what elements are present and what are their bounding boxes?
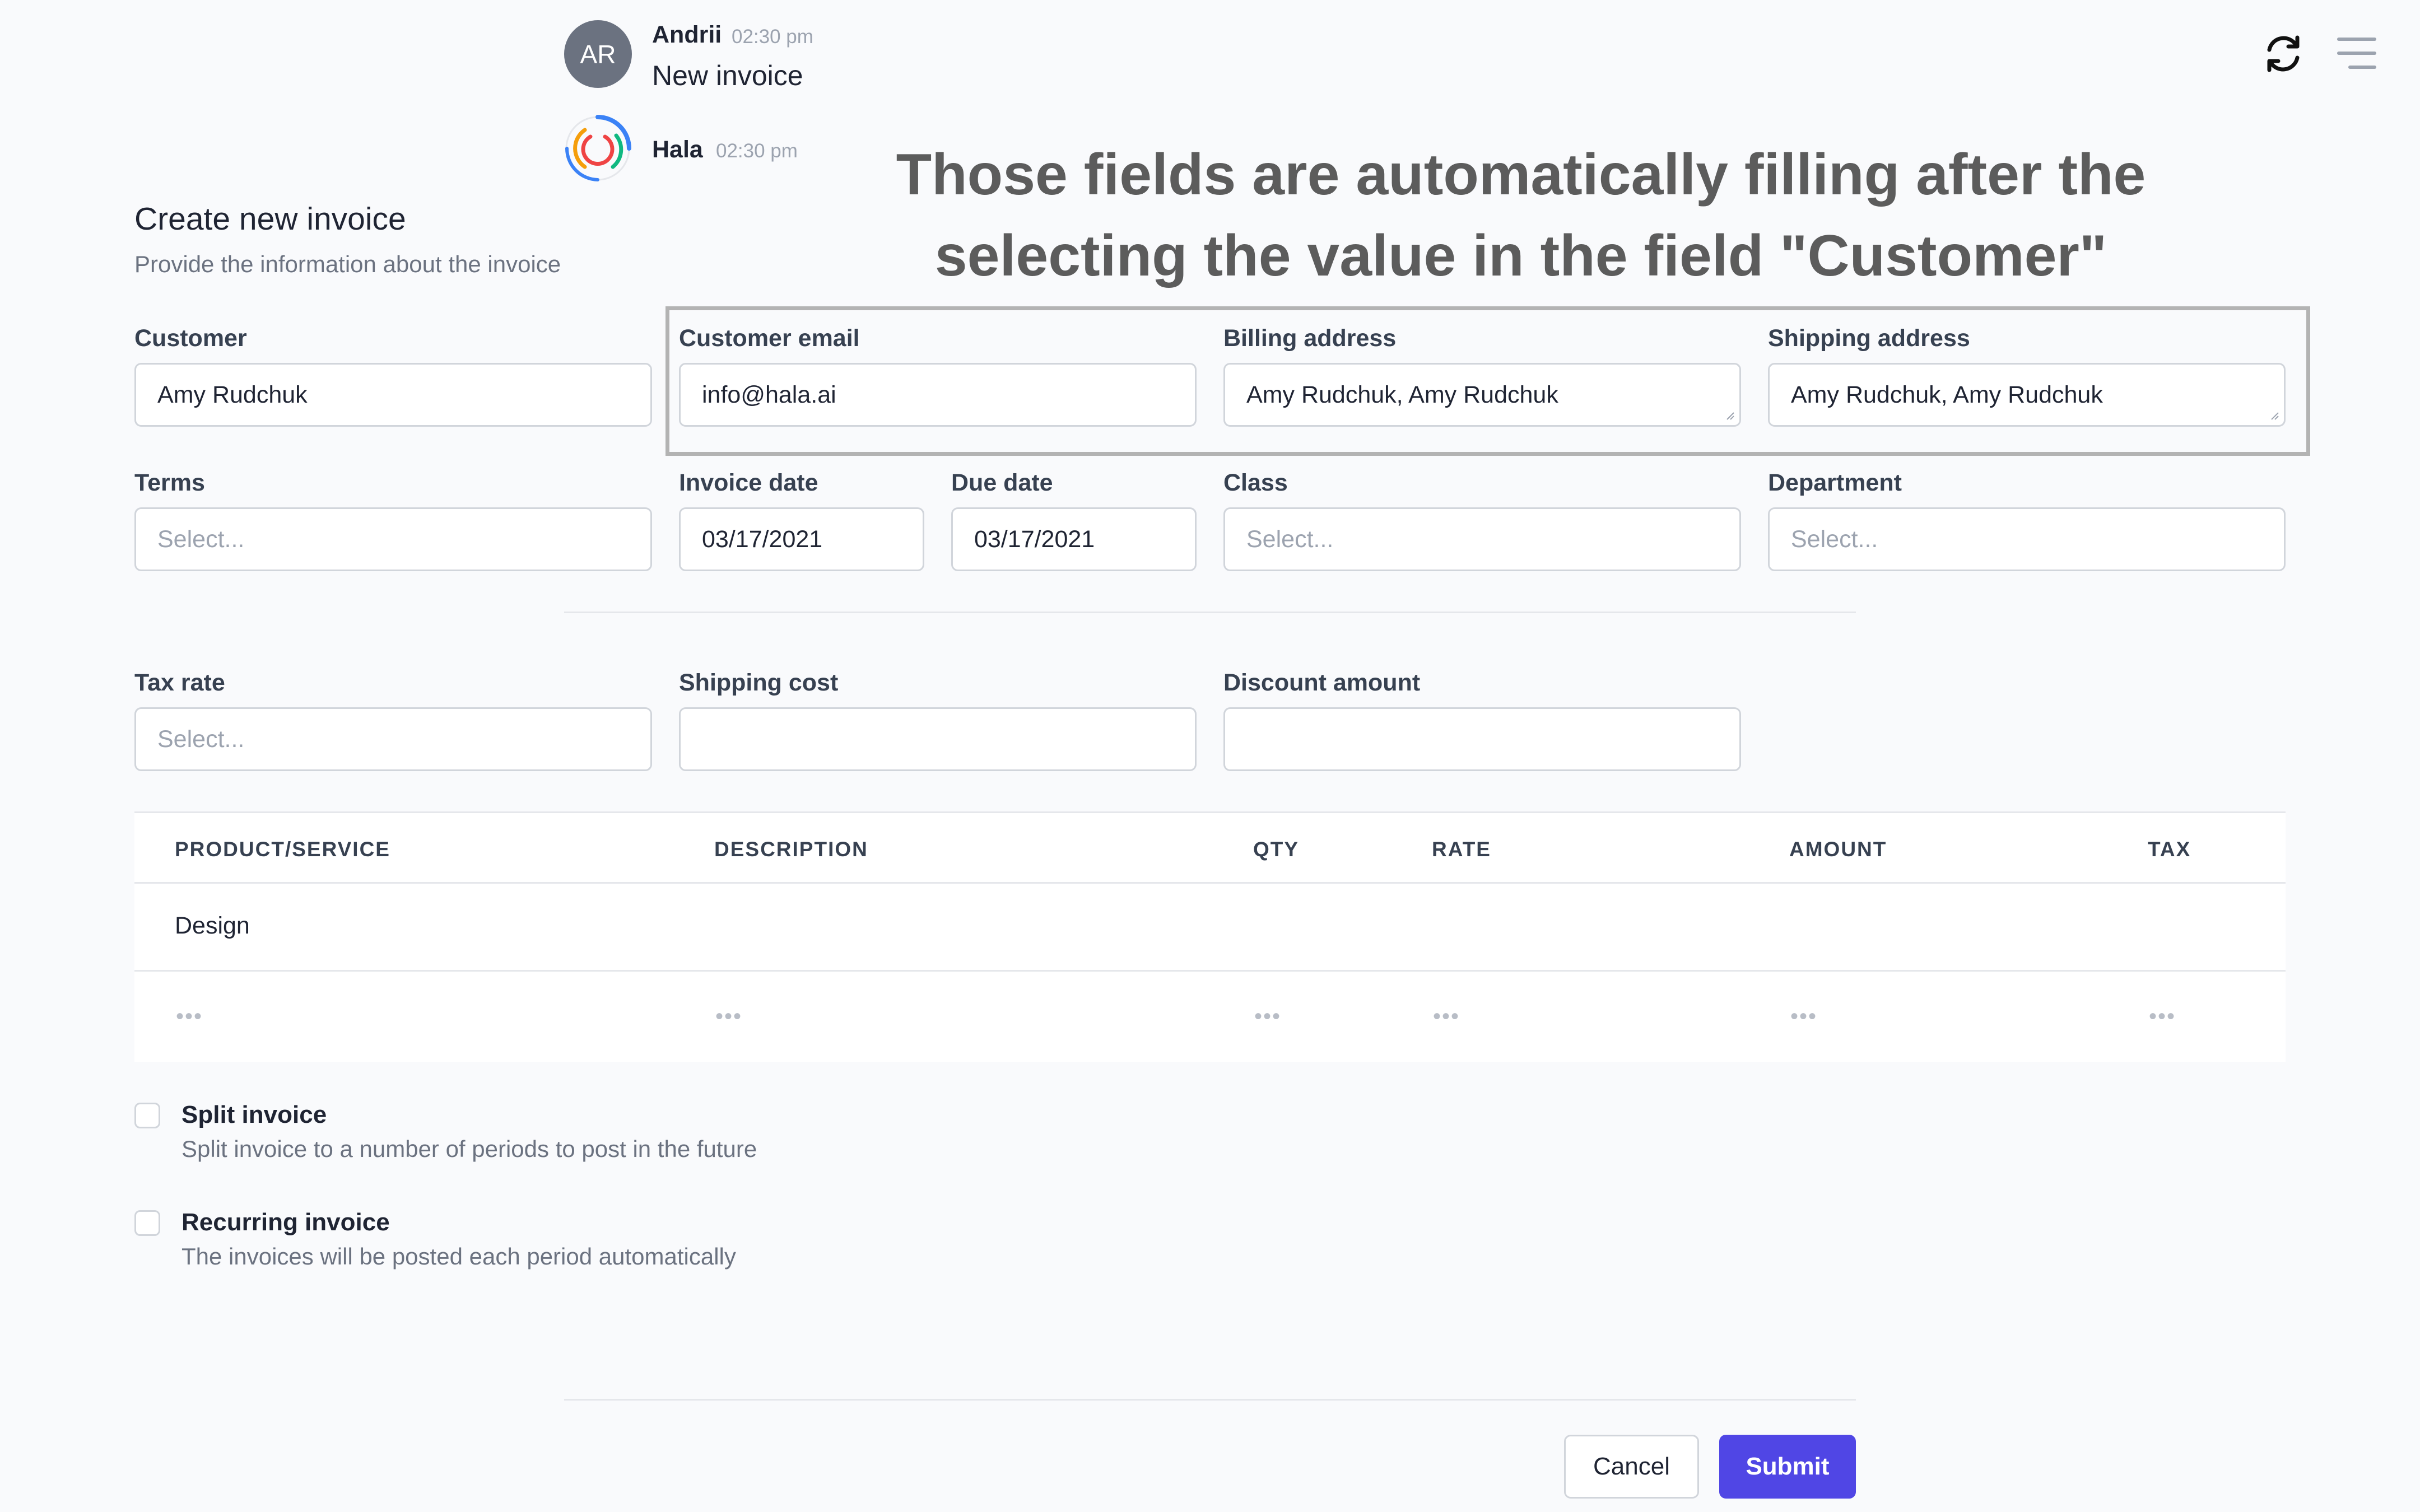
section-divider (564, 612, 1856, 613)
submit-button[interactable]: Submit (1719, 1435, 1856, 1499)
shipping-address-label: Shipping address (1768, 325, 1970, 352)
sender-name-hala: Hala (652, 136, 703, 163)
split-invoice-description: Split invoice to a number of periods to … (182, 1136, 757, 1162)
table-cell-product: Design (175, 912, 250, 939)
annotation-line-2: selecting the value in the field "Custom… (934, 223, 2107, 288)
department-label: Department (1768, 469, 1902, 496)
customer-field[interactable]: Amy Rudchuk (134, 363, 652, 427)
table-row[interactable]: Design (134, 882, 2286, 972)
tax-rate-label: Tax rate (134, 669, 225, 696)
annotation-note: Those fields are automatically filling a… (874, 134, 2168, 297)
billing-address-label: Billing address (1223, 325, 1397, 352)
line-items-table: PRODUCT/SERVICE DESCRIPTION QTY RATE AMO… (134, 811, 2286, 1062)
shipping-cost-label: Shipping cost (679, 669, 839, 696)
message-time-andrii: 02:30 pm (732, 26, 813, 48)
page-title: Create new invoice (134, 201, 406, 237)
placeholder-dots: ••• (1433, 1004, 1460, 1029)
shipping-address-value: Amy Rudchuk, Amy Rudchuk (1791, 381, 2103, 408)
resize-handle-icon[interactable] (1724, 409, 1735, 421)
column-header-qty: QTY (1253, 838, 1300, 861)
department-select[interactable]: Select... (1768, 507, 2286, 571)
customer-email-field[interactable]: info@hala.ai (679, 363, 1197, 427)
page-subtitle: Provide the information about the invoic… (134, 251, 561, 277)
placeholder-dots: ••• (2149, 1004, 2176, 1029)
menu-icon[interactable] (2337, 38, 2376, 71)
column-header-rate: RATE (1432, 838, 1491, 861)
due-date-field[interactable]: 03/17/2021 (951, 507, 1197, 571)
refresh-icon[interactable] (2260, 31, 2306, 77)
shipping-cost-field[interactable] (679, 707, 1197, 771)
hala-logo-icon (565, 115, 631, 181)
message-time-hala: 02:30 pm (716, 140, 798, 162)
split-invoice-label[interactable]: Split invoice (182, 1101, 327, 1129)
shipping-address-field[interactable]: Amy Rudchuk, Amy Rudchuk (1768, 363, 2286, 427)
recurring-invoice-label[interactable]: Recurring invoice (182, 1208, 390, 1236)
footer-divider (564, 1399, 1856, 1401)
annotation-line-1: Those fields are automatically filling a… (896, 142, 2146, 207)
column-header-description: DESCRIPTION (714, 838, 868, 861)
split-invoice-checkbox[interactable] (134, 1103, 160, 1128)
placeholder-dots: ••• (715, 1004, 743, 1029)
class-select[interactable]: Select... (1223, 507, 1741, 571)
discount-amount-field[interactable] (1223, 707, 1741, 771)
avatar-andrii: AR (564, 20, 632, 88)
placeholder-dots: ••• (1790, 1004, 1818, 1029)
resize-handle-icon[interactable] (2268, 409, 2279, 421)
billing-address-value: Amy Rudchuk, Amy Rudchuk (1246, 381, 1558, 408)
due-date-label: Due date (951, 469, 1053, 496)
customer-email-label: Customer email (679, 325, 860, 352)
invoice-date-field[interactable]: 03/17/2021 (679, 507, 924, 571)
column-header-product: PRODUCT/SERVICE (175, 838, 390, 861)
placeholder-dots: ••• (176, 1004, 203, 1029)
tax-rate-select[interactable]: Select... (134, 707, 652, 771)
column-header-tax: TAX (2148, 838, 2191, 861)
table-row-empty[interactable]: ••• ••• ••• ••• ••• ••• (134, 972, 2286, 1060)
cancel-button[interactable]: Cancel (1564, 1435, 1699, 1499)
recurring-invoice-description: The invoices will be posted each period … (182, 1243, 736, 1270)
billing-address-field[interactable]: Amy Rudchuk, Amy Rudchuk (1223, 363, 1741, 427)
recurring-invoice-checkbox[interactable] (134, 1210, 160, 1236)
invoice-date-label: Invoice date (679, 469, 818, 496)
terms-label: Terms (134, 469, 205, 496)
class-label: Class (1223, 469, 1288, 496)
placeholder-dots: ••• (1254, 1004, 1282, 1029)
column-header-amount: AMOUNT (1789, 838, 1887, 861)
discount-amount-label: Discount amount (1223, 669, 1421, 696)
sender-name-andrii: Andrii (652, 21, 722, 48)
table-header: PRODUCT/SERVICE DESCRIPTION QTY RATE AMO… (134, 813, 2286, 884)
terms-select[interactable]: Select... (134, 507, 652, 571)
message-text-new-invoice: New invoice (652, 60, 803, 91)
customer-label: Customer (134, 325, 247, 352)
